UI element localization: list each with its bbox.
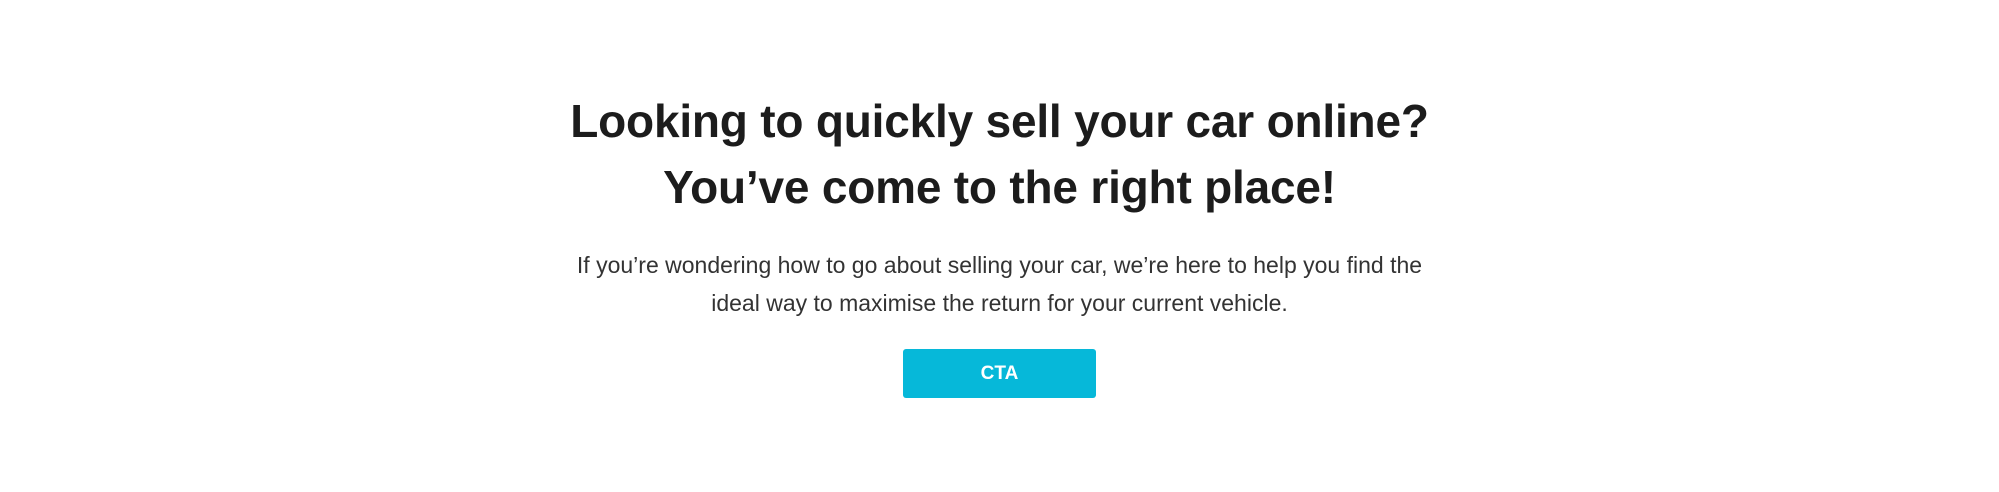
hero-title: Looking to quickly sell your car online?…	[570, 88, 1429, 220]
cta-button[interactable]: CTA	[903, 349, 1096, 398]
hero-subtitle-line-1: If you’re wondering how to go about sell…	[576, 252, 1423, 278]
hero-subtitle: If you’re wondering how to go about sell…	[550, 246, 1450, 322]
hero-title-line-2: You’ve come to the right place!	[663, 161, 1336, 213]
hero-section: Looking to quickly sell your car online?…	[0, 0, 1999, 492]
hero-title-line-1: Looking to quickly sell your car online?	[570, 95, 1429, 147]
hero-subtitle-line-2: ideal way to maximise the return for you…	[711, 290, 1288, 316]
